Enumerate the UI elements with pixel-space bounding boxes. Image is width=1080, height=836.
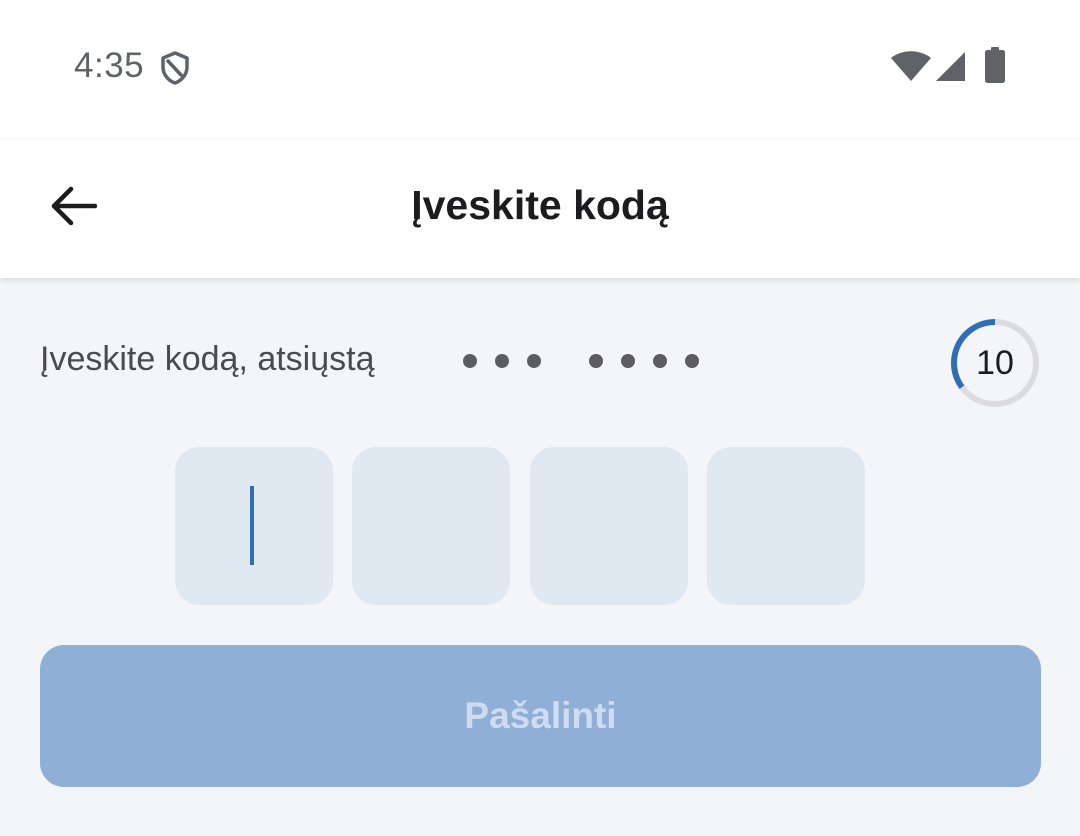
code-digit-input-4[interactable]	[707, 447, 865, 605]
battery-icon	[985, 47, 1005, 83]
mask-dot	[685, 354, 699, 368]
shield-icon	[161, 51, 189, 85]
mask-dot	[495, 354, 509, 368]
cellular-signal-icon	[936, 52, 965, 81]
mask-dot	[463, 354, 477, 368]
wifi-icon	[891, 51, 931, 81]
status-bar: 4:35	[0, 0, 1080, 140]
remove-button[interactable]: Pašalinti	[40, 645, 1041, 787]
status-time: 4:35	[74, 46, 145, 85]
code-digit-input-2[interactable]	[352, 447, 510, 605]
countdown-timer: 10	[948, 316, 1042, 410]
text-cursor	[250, 486, 254, 565]
mask-dot	[653, 354, 667, 368]
mask-dot	[589, 354, 603, 368]
masked-phone-number	[463, 346, 717, 376]
code-instruction-text: Įveskite kodą, atsiųstą	[40, 340, 375, 378]
code-digit-input-3[interactable]	[530, 447, 688, 605]
mask-dot	[527, 354, 541, 368]
code-digit-input-1[interactable]	[175, 447, 333, 605]
page-title: Įveskite kodą	[411, 182, 669, 228]
app-bar: Įveskite kodą	[0, 140, 1080, 278]
mask-dot	[621, 354, 635, 368]
countdown-value: 10	[976, 343, 1014, 382]
